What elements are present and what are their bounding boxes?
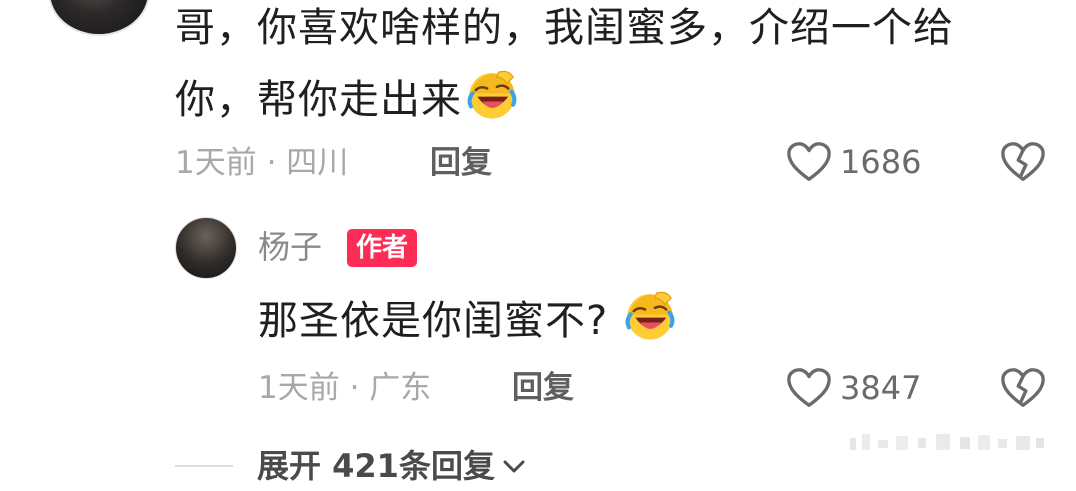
blurred-watermark — [850, 434, 1044, 450]
heart-outline-icon — [787, 368, 831, 407]
reply-author-name[interactable]: 杨子 — [258, 227, 322, 267]
expand-replies-button[interactable]: 展开 421条回复 — [257, 446, 527, 486]
reply-like-button[interactable]: 3847 — [786, 366, 921, 410]
expand-replies-label: 展开 421条回复 — [257, 447, 495, 485]
laughing-crying-emoji-icon — [466, 69, 518, 121]
author-badge: 作者 — [347, 229, 418, 267]
comment-text: 哥，你喜欢啥样的，我闺蜜多，介绍一个给你，帮你走出来 — [175, 5, 954, 123]
comment-like-count: 1686 — [840, 143, 922, 181]
reply-like-count: 3847 — [840, 369, 922, 407]
reply-text: 那圣依是你闺蜜不? — [258, 298, 609, 344]
comment-like-button[interactable]: 1686 — [786, 140, 921, 184]
broken-heart-icon[interactable] — [1000, 366, 1046, 410]
heart-outline-icon — [787, 142, 831, 181]
broken-heart-icon[interactable] — [1000, 140, 1046, 184]
reply-reply-button[interactable]: 回复 — [512, 368, 574, 408]
comment-body: 哥，你喜欢啥样的，我闺蜜多，介绍一个给你，帮你走出来 — [175, 0, 1035, 136]
laughing-crying-emoji-icon — [624, 290, 676, 342]
reply-body: 那圣依是你闺蜜不? — [258, 290, 676, 349]
chevron-down-icon — [503, 460, 525, 473]
expand-divider — [175, 465, 233, 467]
comment-reply-button[interactable]: 回复 — [430, 143, 492, 183]
author-avatar[interactable] — [175, 217, 237, 279]
reply-time-location: 1天前 · 广东 — [258, 370, 432, 406]
commenter-avatar[interactable] — [48, 0, 150, 36]
comment-time-location: 1天前 · 四川 — [175, 145, 349, 181]
